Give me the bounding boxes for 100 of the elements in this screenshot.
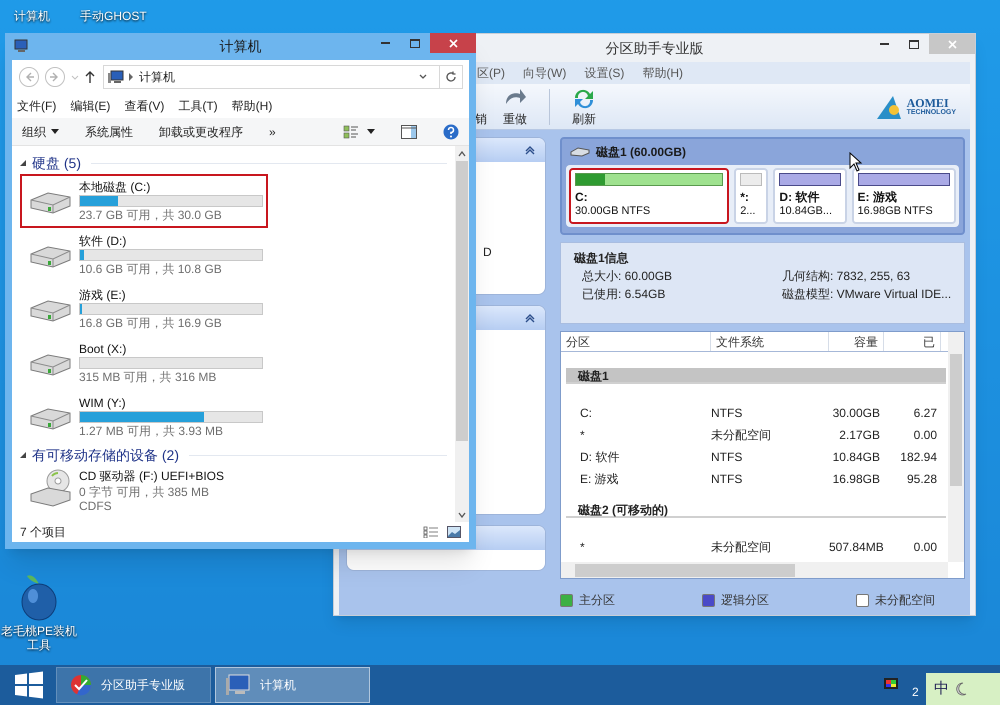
partition-bar (740, 173, 762, 186)
caret-icon (51, 129, 59, 134)
scroll-thumb[interactable] (950, 354, 962, 486)
collapse-icon[interactable] (20, 452, 26, 458)
ime-bar[interactable]: 中 (926, 673, 1000, 705)
table-cell-text: 2.17GB (838, 427, 881, 444)
menu-item[interactable]: 编辑(E) (70, 97, 110, 115)
group-header[interactable]: 硬盘 (5) (32, 152, 81, 174)
toolbar-button[interactable]: 重做 (487, 86, 543, 128)
menu-item[interactable]: 设置(S) (584, 64, 624, 82)
windows-logo-icon (14, 671, 44, 699)
table-cell-text: 16.98GB (832, 471, 881, 488)
drive-item[interactable]: Boot (X:) 315 MB 可用，共 316 MB (20, 336, 268, 390)
view-button[interactable] (343, 124, 375, 140)
drive-info: 10.6 GB 可用，共 10.8 GB (79, 261, 223, 277)
partition-detail: 10.84GB... (779, 204, 834, 218)
moon-icon[interactable] (955, 682, 967, 696)
table-cell-text: 30.00GB (832, 405, 881, 422)
partition-name: E: 游戏 (858, 190, 898, 204)
vertical-scrollbar[interactable] (455, 146, 469, 522)
legend-label: 主分区 (579, 592, 615, 609)
group-header[interactable]: 有可移动存储的设备 (2) (32, 444, 179, 466)
column-header[interactable]: 文件系统 (711, 332, 829, 351)
breadcrumb-item[interactable]: 计算机 (139, 68, 175, 86)
toolbar-button[interactable]: 刷新 (556, 86, 612, 128)
preview-pane-icon[interactable] (401, 124, 417, 138)
ime-mode[interactable]: 中 (934, 678, 949, 700)
partition-bar (779, 173, 841, 186)
command-button[interactable]: 卸载或更改程序 (159, 122, 243, 140)
command-button[interactable]: 系统属性 (85, 122, 133, 140)
menu-item[interactable]: 向导(W) (523, 64, 566, 82)
drive-item[interactable]: 软件 (D:) 10.6 GB 可用，共 10.8 GB (20, 228, 268, 282)
horizontal-scrollbar[interactable] (561, 562, 948, 578)
partition-block[interactable]: D: 软件 10.84GB... (773, 168, 847, 224)
collapse-icon[interactable] (20, 160, 26, 166)
info-text: 几何结构: 7832, 255, 63 (782, 268, 912, 285)
computer-icon[interactable] (14, 39, 30, 53)
window-title: 分区助手专业版 (606, 38, 704, 58)
command-button[interactable]: 组织 (22, 122, 59, 140)
table-cell-text: NTFS (711, 405, 744, 422)
address-bar[interactable]: 计算机 (103, 65, 463, 89)
close-button[interactable] (430, 33, 476, 53)
display-icon[interactable] (884, 678, 898, 692)
maximize-icon (410, 38, 420, 48)
close-icon (448, 38, 458, 48)
drive-item[interactable]: CD 驱动器 (F:) UEFI+BIOS 0 字节 可用，共 385 MB CDFS (20, 466, 268, 516)
table-cell-text: 10.84GB (832, 449, 881, 466)
menu-item[interactable]: 工具(T) (178, 97, 218, 115)
help-icon[interactable] (443, 124, 459, 140)
table-cell-text: NTFS (711, 449, 744, 466)
collapse-icon[interactable] (525, 314, 535, 322)
partition-block[interactable]: E: 游戏 16.98GB NTFS (852, 168, 956, 224)
scroll-thumb[interactable] (575, 564, 795, 576)
legend-label: 逻辑分区 (721, 592, 770, 609)
drive-name: Boot (X:) (79, 341, 128, 357)
command-button[interactable]: » (269, 122, 276, 140)
clock-text: 2 (912, 684, 920, 701)
maximize-icon (909, 40, 919, 48)
table-cell-text: NTFS (711, 471, 744, 488)
partition-block[interactable]: *: 2... (734, 168, 768, 224)
drive-info: 0 字节 可用，共 385 MB (79, 484, 210, 500)
collapse-icon[interactable] (525, 146, 535, 154)
drive-item[interactable]: 游戏 (E:) 16.8 GB 可用，共 16.9 GB (20, 282, 268, 336)
drive-item[interactable]: 本地磁盘 (C:) 23.7 GB 可用，共 30.0 GB (20, 174, 268, 228)
scroll-thumb[interactable] (456, 161, 468, 441)
scroll-up-icon[interactable] (458, 151, 466, 157)
drive-info: 16.8 GB 可用，共 16.9 GB (79, 315, 223, 331)
info-text: 已使用: 6.54GB (582, 286, 666, 303)
taskbar-button[interactable]: 分区助手专业版 (56, 667, 211, 703)
tiles-view-icon[interactable] (447, 526, 461, 538)
info-text: 总大小: 60.00GB (582, 268, 674, 285)
table-cell-text: 95.28 (906, 471, 938, 488)
menu-item[interactable]: 区(P) (477, 64, 505, 82)
column-header[interactable]: 已 (884, 332, 941, 351)
drive-item[interactable]: WIM (Y:) 1.27 MB 可用，共 3.93 MB (20, 390, 268, 444)
up-arrow-icon[interactable] (84, 70, 96, 84)
group-header: 磁盘1 (566, 368, 946, 384)
table-cell-text: C: (579, 405, 593, 422)
cursor-icon (849, 152, 863, 172)
info-text: 磁盘模型: VMware Virtual IDE... (782, 286, 952, 303)
toolbar-button[interactable]: 销 (475, 86, 487, 128)
table-cell-text: * (579, 539, 586, 556)
window-title: 计算机 (220, 37, 262, 56)
menu-item[interactable]: 文件(F) (17, 97, 56, 115)
desktop-icon-label[interactable]: 老毛桃PE装机工具 (0, 624, 78, 652)
close-icon (948, 40, 956, 48)
menu-item[interactable]: 帮助(H) (642, 64, 683, 82)
vertical-scrollbar[interactable] (948, 332, 964, 562)
menu-item[interactable]: 帮助(H) (232, 97, 272, 115)
column-header[interactable]: 容量 (829, 332, 884, 351)
group-header: 磁盘2 (可移动的) (566, 502, 946, 518)
details-view-icon[interactable] (423, 526, 439, 538)
table-cell-text: 6.27 (912, 405, 938, 422)
column-header[interactable]: 分区 (561, 332, 711, 351)
table-cell-text: 未分配空间 (711, 427, 772, 444)
menu-item[interactable]: 查看(V) (124, 97, 164, 115)
refresh-icon[interactable] (445, 71, 457, 83)
dropdown-icon[interactable] (418, 73, 428, 81)
partition-block[interactable]: C: 30.00GB NTFS (569, 168, 730, 224)
scroll-down-icon[interactable] (458, 512, 466, 518)
